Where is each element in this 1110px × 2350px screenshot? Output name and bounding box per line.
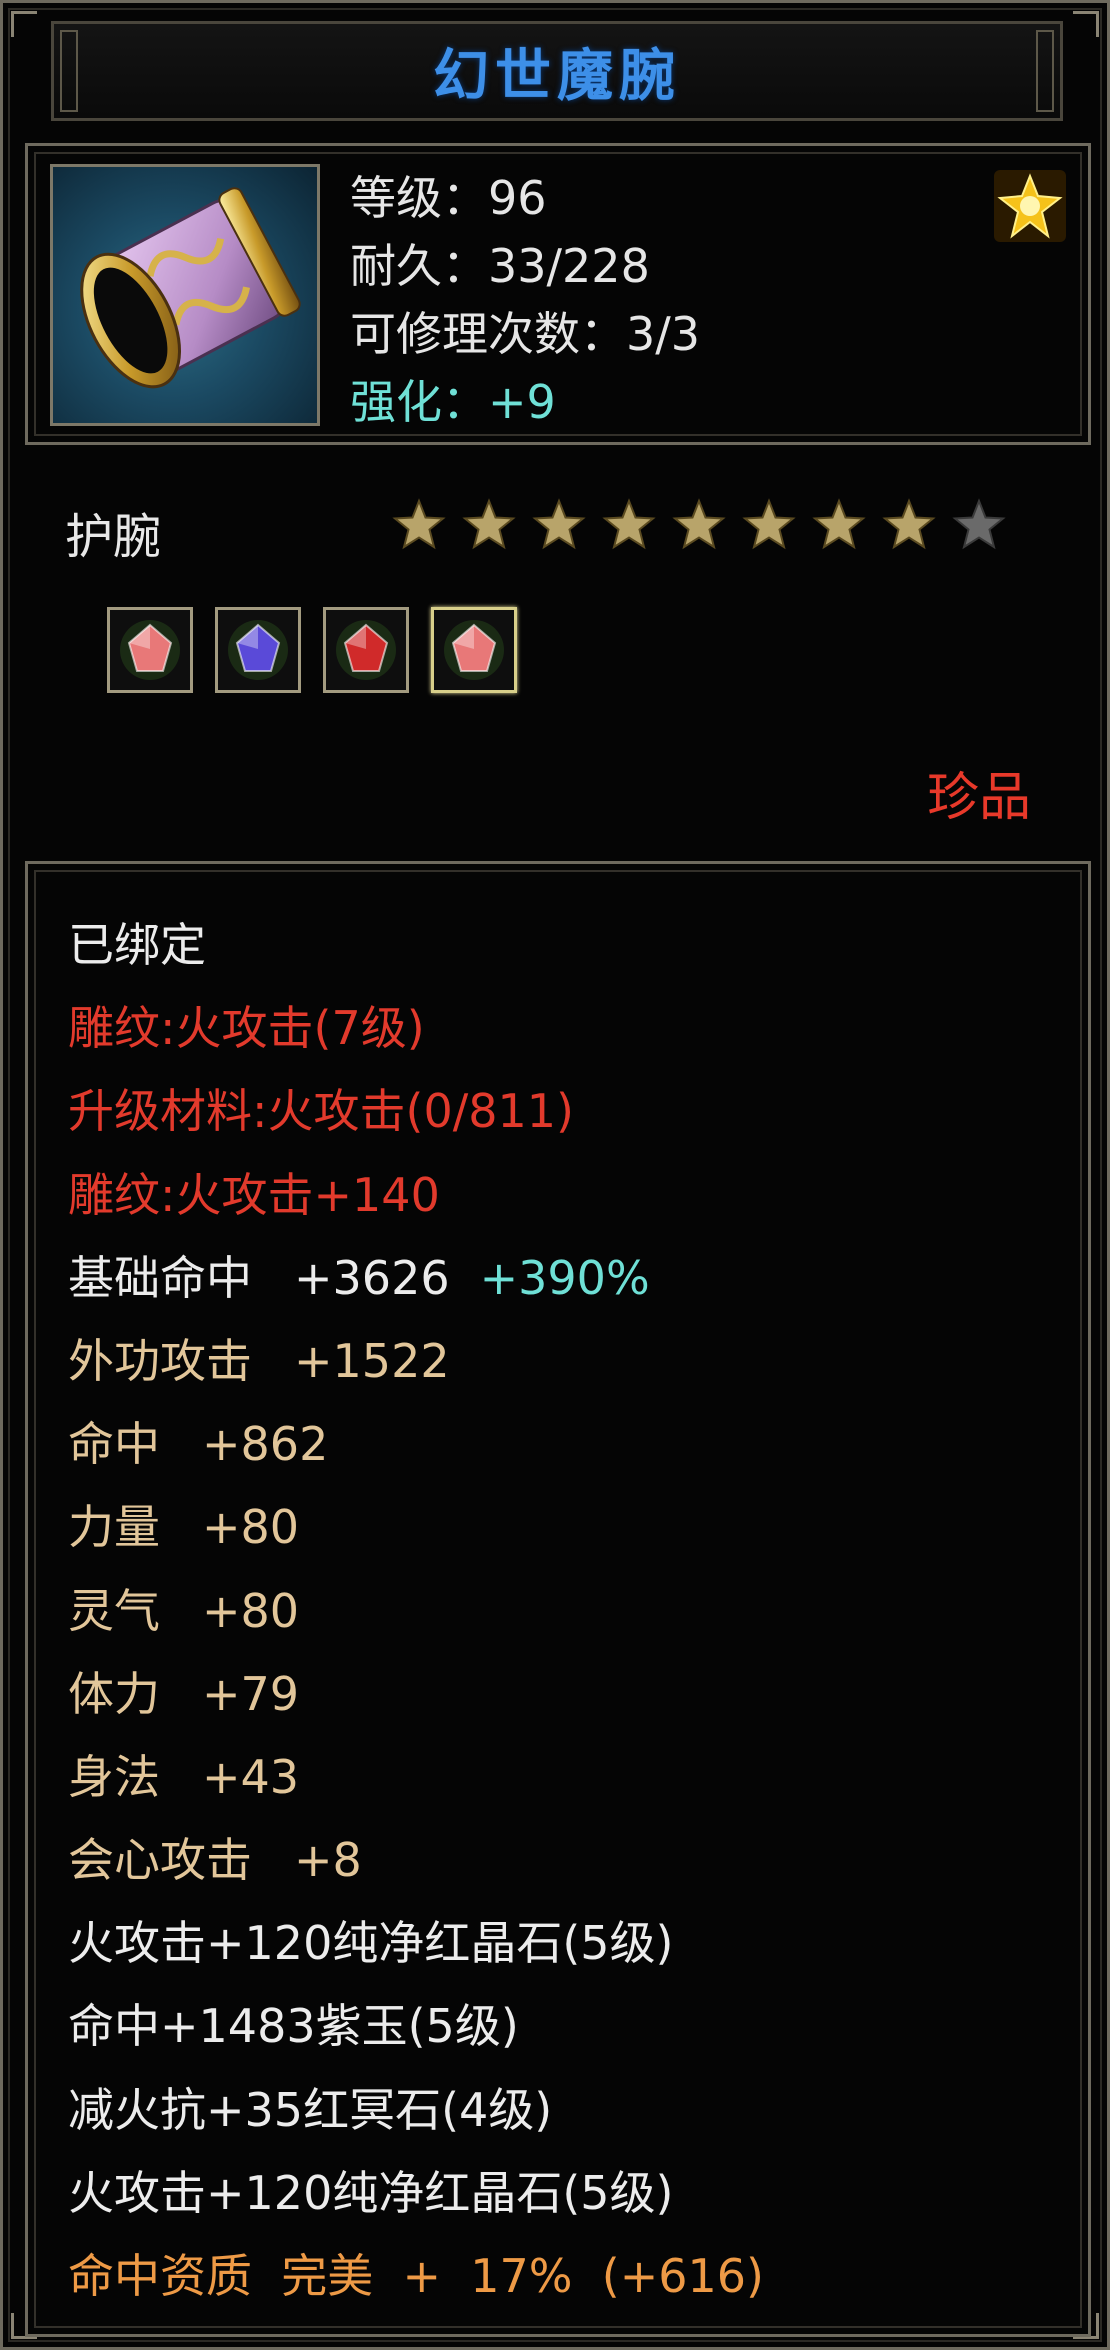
attr-label: 体力: [68, 1666, 160, 1721]
red-gem-icon: [336, 620, 396, 680]
spirit-line: 灵气 +80: [68, 1570, 764, 1653]
attr-label: 基础命中: [68, 1250, 252, 1305]
attr-value: +80: [202, 1583, 300, 1638]
frame-corner: [11, 11, 37, 37]
pink-gem-icon: [120, 620, 180, 680]
item-durability: 耐久：33/228: [350, 239, 650, 293]
gem-socket[interactable]: [107, 607, 193, 693]
star-rating: [391, 497, 1007, 553]
purple-gem-icon: [228, 620, 288, 680]
attr-label: 命中: [68, 1417, 160, 1472]
item-level: 等级：96: [350, 171, 547, 225]
agility-line: 身法 +43: [68, 1736, 764, 1819]
gem-socket[interactable]: [323, 607, 409, 693]
attr-label: 会心攻击: [68, 1833, 252, 1888]
pink-gem-icon: [444, 620, 504, 680]
star-filled-icon: [812, 498, 866, 550]
star-filled-icon: [882, 498, 936, 550]
rarity-label: 珍品: [926, 768, 1031, 828]
upgrade-material-line: 升级材料:火攻击(0/811): [68, 1084, 574, 1139]
attr-label: 外功攻击: [68, 1333, 252, 1388]
attr-label: 灵气: [68, 1583, 160, 1638]
attr-value: +862: [202, 1417, 329, 1472]
gem-effect-line: 火攻击+120纯净红晶石(5级): [68, 2165, 674, 2220]
crit-attack-line: 会心攻击 +8: [68, 1819, 764, 1902]
ext-attack-line: 外功攻击 +1522: [68, 1320, 764, 1403]
stamina-line: 体力 +79: [68, 1653, 764, 1736]
gem-socket[interactable]: [431, 607, 517, 693]
engrave-bonus-line: 雕纹:火攻击+140: [68, 1167, 440, 1222]
gem-sockets: [107, 607, 517, 693]
attr-value: +8: [294, 1833, 362, 1888]
star-filled-icon: [532, 498, 586, 550]
strength-line: 力量 +80: [68, 1486, 764, 1569]
attr-value: +79: [202, 1666, 300, 1721]
item-stats: 等级：96 耐久：33/228 可修理次数：3/3 强化：+9: [350, 164, 700, 436]
header-panel: 等级：96 耐久：33/228 可修理次数：3/3 强化：+9: [25, 143, 1091, 445]
item-type-label: 护腕: [65, 509, 162, 565]
item-tooltip: 幻世魔腕 等级：96 耐久：33/228 可修理次数：3/3 强化：+9 护腕 …: [0, 0, 1110, 2350]
gem-effect-line: 命中+1483紫玉(5级): [68, 1999, 519, 2054]
attr-value: +43: [202, 1749, 300, 1804]
star-filled-icon: [602, 498, 656, 550]
star-filled-icon: [672, 498, 726, 550]
star-filled-icon: [462, 498, 516, 550]
item-enhance: 强化：+9: [350, 375, 556, 429]
item-name: 幻世魔腕: [433, 42, 681, 109]
frame-corner: [1073, 11, 1099, 37]
item-icon-frame: [50, 164, 320, 426]
attr-label: 身法: [68, 1749, 160, 1804]
star-filled-icon: [742, 498, 796, 550]
bracer-icon: [80, 187, 301, 389]
star-empty-icon: [952, 498, 1006, 550]
attr-value: +1522: [294, 1333, 450, 1388]
engrave-line: 雕纹:火攻击(7级): [68, 1001, 425, 1056]
attr-label: 力量: [68, 1500, 160, 1555]
star-filled-icon: [392, 498, 446, 550]
attr-value: +80: [202, 1500, 300, 1555]
base-hit-line: 基础命中 +3626 +390%: [68, 1237, 764, 1320]
item-repair-count: 可修理次数：3/3: [350, 307, 701, 361]
attribute-list: 已绑定 雕纹:火攻击(7级) 升级材料:火攻击(0/811) 雕纹:火攻击+14…: [68, 904, 764, 2318]
gem-effect-line: 火攻击+120纯净红晶石(5级): [68, 1916, 674, 1971]
hit-line: 命中 +862: [68, 1403, 764, 1486]
aptitude-line: 命中资质 完美 + 17% (+616): [68, 2249, 764, 2303]
gold-sparkle-badge-icon: [994, 170, 1066, 242]
gem-socket[interactable]: [215, 607, 301, 693]
attributes-panel: 已绑定 雕纹:火攻击(7级) 升级材料:火攻击(0/811) 雕纹:火攻击+14…: [25, 861, 1091, 2337]
title-bar: 幻世魔腕: [51, 21, 1063, 121]
attr-value: +3626: [294, 1250, 450, 1305]
bound-status: 已绑定: [68, 918, 206, 972]
attr-bonus: +390%: [479, 1250, 650, 1305]
gem-effect-line: 减火抗+35红冥石(4级): [68, 2082, 553, 2137]
